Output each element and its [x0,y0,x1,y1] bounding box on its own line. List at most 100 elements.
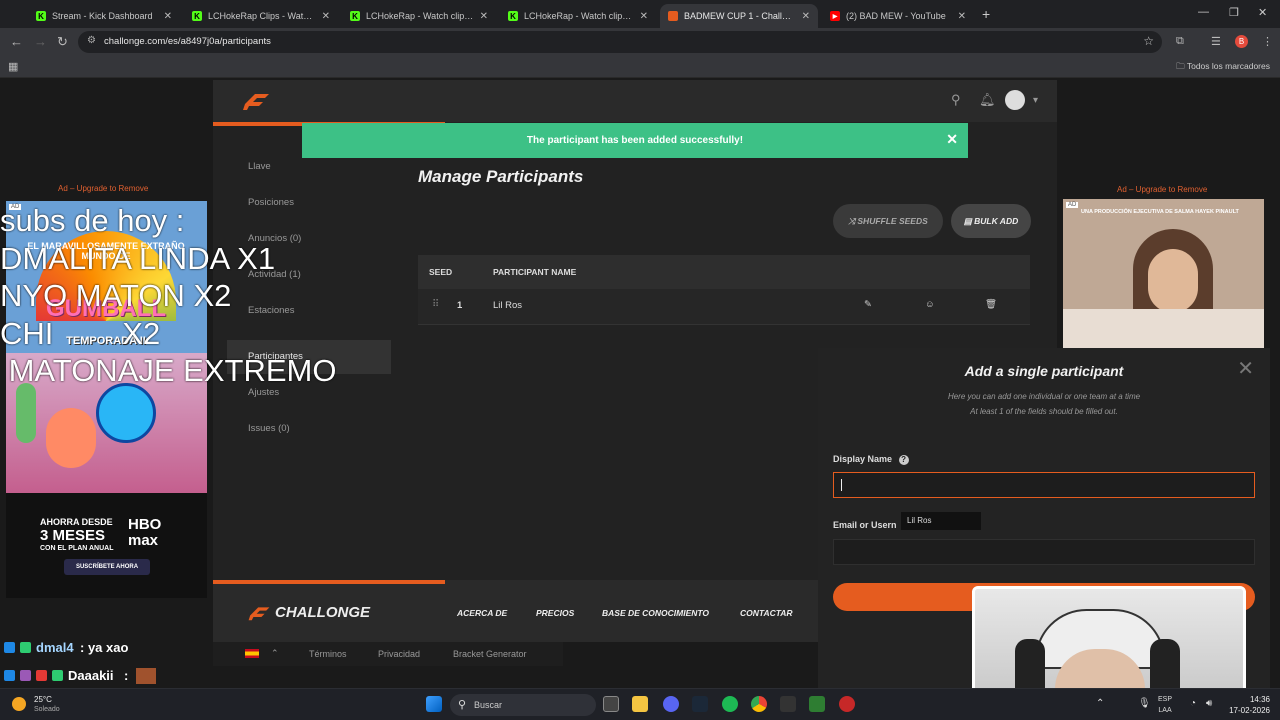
footer-link-contactar[interactable]: CONTACTAR [740,608,793,618]
app-icon[interactable] [780,696,796,712]
badge-icon [52,670,63,681]
language-indicator[interactable]: ESP LAA [1158,694,1172,716]
profile-avatar[interactable]: B [1235,35,1248,48]
discord-icon[interactable] [663,696,679,712]
hbo-max-logo: HBO max [128,516,162,549]
apps-grid-icon[interactable]: ▦ [8,60,18,73]
all-bookmarks-label: Todos los marcadores [1186,61,1270,71]
all-bookmarks[interactable]: 🗀 Todos los marcadores [1176,61,1270,75]
footer-link-conocimiento[interactable]: BASE DE CONOCIMIENTO [602,608,709,618]
footer-bracket-generator[interactable]: Bracket Generator [453,649,527,659]
hbo-ad-line3: CON EL PLAN ANUAL [40,545,114,552]
spotify-icon[interactable] [722,696,738,712]
search-icon[interactable]: ⚲ [951,92,961,108]
tray-chevron-icon[interactable]: ⌃ [1096,698,1104,709]
footer-privacy[interactable]: Privacidad [378,649,420,659]
spain-flag-icon[interactable] [245,649,259,658]
close-icon[interactable]: ✕ [322,11,330,22]
close-icon[interactable]: ✕ [164,11,172,22]
media-icon[interactable]: ☰ [1211,35,1221,48]
app-icon[interactable] [809,696,825,712]
close-icon[interactable]: ✕ [946,131,958,148]
display-name-input[interactable] [833,472,1255,498]
bookmark-star-icon[interactable]: ☆ [1143,34,1154,48]
sidebar-item-issues[interactable]: Issues (0) [227,412,391,446]
taskbar-search[interactable]: ⚲ Buscar [450,694,596,716]
browser-tab[interactable]: K LCHokeRap - Watch clips on Ki ✕ [500,4,656,28]
drag-handle-icon[interactable]: ⠿ [432,299,439,310]
challonge-logo-icon[interactable] [247,604,271,622]
footer-link-precios[interactable]: PRECIOS [536,608,574,618]
temperature: 25°C [34,695,52,704]
browser-tab[interactable]: K LCHokeRap - Watch clips on Ki ✕ [342,4,496,28]
browser-tab-active[interactable]: BADMEW CUP 1 - Challonge ✕ [660,4,818,28]
restore-icon[interactable]: ❐ [1229,6,1239,19]
close-icon[interactable]: ✕ [480,11,488,22]
chat-message: : [124,668,129,683]
chevron-down-icon[interactable]: ▾ [1033,95,1038,106]
participant-name-cell: Lil Ros [493,300,523,311]
minimize-icon[interactable]: — [1198,6,1209,18]
windows-taskbar: 25°C Soleado ⚲ Buscar ⌃ 🎙︎ ESP LAA ◔ 🔊︎ … [0,688,1280,720]
microphone-icon[interactable]: 🎙︎ [1138,698,1151,709]
extensions-icon[interactable]: ⧉ [1176,35,1184,48]
modal-subtitle: At least 1 of the fields should be fille… [970,407,1118,416]
notification-bell-icon[interactable]: 🔔︎ [979,92,996,108]
table-header: SEED PARTICIPANT NAME [418,255,1030,289]
close-icon[interactable]: ✕ [958,11,966,22]
chat-username: Daaakii [68,668,114,683]
hbo-ad[interactable]: AHORRA DESDE 3 MESES CON EL PLAN ANUAL H… [6,493,207,598]
file-explorer-icon[interactable] [632,696,648,712]
subs-line: subs de hoy : [0,203,185,238]
site-info-icon[interactable]: ⚙ [87,35,96,46]
browser-tab[interactable]: K Stream - Kick Dashboard ✕ [28,4,180,28]
window-close-icon[interactable]: ✕ [1258,6,1267,19]
chat-line: Daaakii : [0,666,210,690]
ad-upgrade-label[interactable]: Ad – Upgrade to Remove [1117,185,1207,194]
autocomplete-suggestion[interactable]: Lil Ros [901,512,981,530]
hbo-ad-line2: 3 MESES [40,527,106,544]
right-ad-banner[interactable]: AD UNA PRODUCCIÓN EJECUTIVA DE SALMA HAY… [1063,199,1264,348]
windows-start-icon[interactable] [426,696,442,712]
text-cursor [841,479,842,491]
obs-icon[interactable] [839,696,855,712]
trash-icon[interactable]: 🗑︎ [985,299,997,310]
hbo-subscribe-button[interactable]: SUSCRÍBETE AHORA [64,559,150,575]
chrome-icon[interactable] [751,696,767,712]
ad-upgrade-label[interactable]: Ad – Upgrade to Remove [58,184,148,193]
email-input[interactable] [833,539,1255,565]
hbo-ad-line1: AHORRA DESDE [40,517,113,527]
user-icon[interactable]: ☺ [925,299,935,310]
close-icon[interactable]: ✕ [640,11,648,22]
wifi-icon[interactable]: ◔ [1190,698,1196,709]
task-view-icon[interactable] [603,696,619,712]
bulk-add-button[interactable]: ▤ BULK ADD [951,204,1031,238]
character-graphic [46,408,96,468]
volume-icon[interactable]: 🔊︎ [1206,698,1212,709]
tab-label: LCHokeRap - Watch clips on Ki [524,11,634,21]
back-icon[interactable]: ← [10,34,23,49]
user-avatar[interactable] [1005,90,1025,110]
page-title: Manage Participants [418,167,584,186]
footer-link-acerca[interactable]: ACERCA DE [457,608,507,618]
reload-icon[interactable]: ↻ [57,34,68,50]
chat-message: : ya xao [80,640,129,655]
close-icon[interactable]: ✕ [802,11,810,22]
new-tab-icon[interactable]: + [982,6,990,22]
browser-tab[interactable]: K LCHokeRap Clips - Watch Live o ✕ [184,4,338,28]
help-icon[interactable]: ? [898,455,909,465]
chevron-up-icon[interactable]: ⌃ [271,648,279,659]
edit-pencil-icon[interactable]: ✎ [864,299,872,310]
tab-label: LCHokeRap Clips - Watch Live o [208,11,316,21]
badge-icon [20,642,31,653]
steam-icon[interactable] [692,696,708,712]
shuffle-seeds-button[interactable]: ⤨ SHUFFLE SEEDS [833,204,943,238]
system-clock[interactable]: 14:36 17-02-2026 [1229,694,1270,716]
browser-tab[interactable]: ▶ (2) BAD MEW - YouTube ✕ [822,4,974,28]
url-bar[interactable]: ⚙ challonge.com/es/a8497j0a/participants… [78,31,1162,53]
footer-terms[interactable]: Términos [309,649,347,659]
forward-icon[interactable]: → [34,34,47,49]
menu-icon[interactable]: ⋮ [1262,35,1273,48]
challonge-logo-icon[interactable] [241,90,271,112]
display-name-label: Display Name ? [833,454,909,465]
